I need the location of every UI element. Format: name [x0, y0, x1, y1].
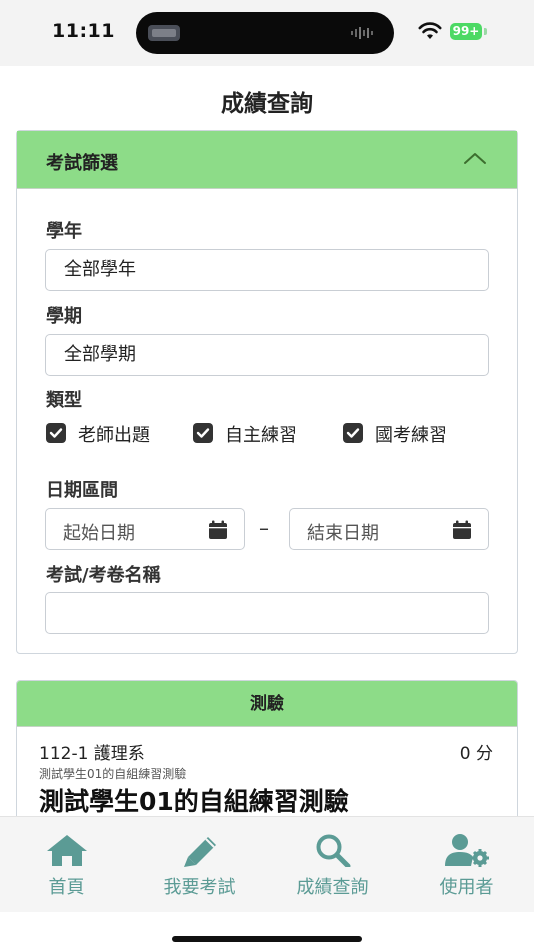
- wifi-icon: [418, 22, 442, 39]
- exam-name-label: 考試/考卷名稱: [46, 565, 161, 586]
- battery-tip: [484, 28, 487, 35]
- status-bar: 11:11 99+: [0, 0, 534, 66]
- end-date-placeholder: 結束日期: [307, 523, 379, 544]
- tab-take-exam[interactable]: 我要考試: [133, 817, 266, 913]
- bottom-tab-bar: 首頁 我要考試 成績查詢 使用者: [0, 816, 534, 912]
- search-icon: [316, 834, 350, 867]
- date-range-label: 日期區間: [46, 480, 118, 501]
- filter-panel-title: 考試篩選: [46, 153, 118, 174]
- tab-user[interactable]: 使用者: [400, 817, 533, 913]
- result-course: 112-1 護理系: [39, 744, 145, 764]
- result-score: 0 分: [459, 744, 493, 764]
- pencil-icon: [183, 837, 216, 867]
- home-indicator-area: [0, 912, 534, 950]
- media-thumbnail-icon: [148, 25, 180, 41]
- start-date-input[interactable]: 起始日期: [45, 508, 245, 550]
- tab-score-query[interactable]: 成績查詢: [266, 817, 399, 913]
- tab-label: 使用者: [439, 877, 494, 898]
- checkbox-checked-icon: [46, 423, 66, 443]
- filter-panel: 考試篩選 學年 全部學年 學期 全部學期 類型 老師出題 自主練習 國考練習 日…: [16, 130, 518, 654]
- page-title: 成績查詢: [221, 91, 313, 117]
- checkbox-checked-icon: [193, 423, 213, 443]
- dynamic-island[interactable]: [136, 12, 394, 54]
- end-date-input[interactable]: 結束日期: [289, 508, 489, 550]
- results-header: 測驗: [17, 681, 517, 727]
- battery-indicator: 99+: [450, 23, 482, 40]
- year-select[interactable]: 全部學年: [45, 249, 489, 291]
- term-select[interactable]: 全部學期: [45, 334, 489, 376]
- checkbox-label: 國考練習: [375, 425, 447, 446]
- result-title: 測試學生01的自組練習測驗: [39, 787, 349, 816]
- results-panel: 測驗 112-1 護理系 0 分 測試學生01的自組練習測驗 測試學生01的自組…: [16, 680, 518, 830]
- year-label: 學年: [46, 221, 82, 242]
- start-date-placeholder: 起始日期: [63, 523, 135, 544]
- result-subtitle: 測試學生01的自組練習測驗: [39, 767, 187, 781]
- user-settings-icon: [444, 834, 489, 867]
- tab-label: 首頁: [48, 877, 85, 898]
- calendar-icon[interactable]: [452, 520, 472, 540]
- chevron-up-icon[interactable]: [463, 151, 487, 165]
- checkbox-label: 自主練習: [225, 425, 297, 446]
- type-label: 類型: [46, 390, 82, 411]
- term-label: 學期: [46, 306, 82, 327]
- checkbox-checked-icon: [343, 423, 363, 443]
- audio-wave-icon: [351, 27, 373, 39]
- home-indicator[interactable]: [172, 936, 362, 942]
- tab-label: 我要考試: [163, 877, 236, 898]
- checkbox-label: 老師出題: [78, 425, 150, 446]
- date-separator: –: [259, 516, 269, 540]
- exam-name-input[interactable]: [45, 592, 489, 634]
- home-icon: [46, 835, 87, 866]
- calendar-icon[interactable]: [208, 520, 228, 540]
- status-time: 11:11: [52, 20, 115, 42]
- filter-panel-header[interactable]: 考試篩選: [17, 131, 517, 189]
- tab-home[interactable]: 首頁: [0, 817, 133, 913]
- tab-label: 成績查詢: [296, 877, 369, 898]
